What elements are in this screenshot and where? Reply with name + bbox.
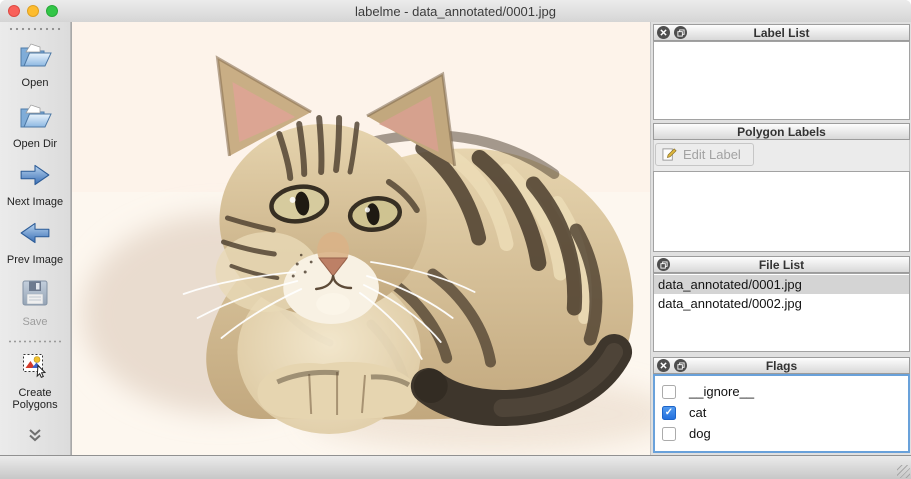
close-panel-button[interactable] <box>657 26 670 39</box>
flag-label: cat <box>689 405 707 420</box>
edit-pencil-icon <box>662 148 677 161</box>
save-button-label: Save <box>22 316 48 328</box>
file-list-header[interactable]: File List <box>653 256 910 273</box>
float-icon <box>659 260 668 269</box>
flag-row[interactable]: __ignore__ <box>655 381 908 402</box>
close-panel-button[interactable] <box>657 359 670 372</box>
open-folder-icon <box>18 40 52 74</box>
save-button[interactable]: Save <box>20 278 50 328</box>
next-image-button[interactable]: Next Image <box>7 162 63 208</box>
open-button[interactable]: Open <box>18 40 52 89</box>
flag-row[interactable]: dog <box>655 423 908 444</box>
prev-image-button-label: Prev Image <box>6 254 64 266</box>
close-icon <box>660 29 667 36</box>
open-dir-button-label: Open Dir <box>12 138 58 150</box>
main-area: Open Open Dir Next Image Prev Image Save… <box>0 22 911 455</box>
flag-label: dog <box>689 426 711 441</box>
toolbar-drag-handle[interactable] <box>7 27 63 31</box>
open-dir-button[interactable]: Open Dir <box>13 101 57 150</box>
flags-header[interactable]: Flags <box>653 357 910 374</box>
window-title: labelme - data_annotated/0001.jpg <box>355 3 556 19</box>
arrow-right-icon <box>19 162 51 193</box>
file-list-item[interactable]: data_annotated/0002.jpg <box>654 294 909 313</box>
arrow-left-icon <box>19 220 51 251</box>
minimize-window-button[interactable] <box>27 5 39 17</box>
close-window-button[interactable] <box>8 5 20 17</box>
window-controls <box>8 0 58 22</box>
polygon-labels-header[interactable]: Polygon Labels <box>653 123 910 140</box>
flag-checkbox[interactable] <box>662 384 676 399</box>
flag-label: __ignore__ <box>689 384 755 399</box>
toolbar-overflow-button[interactable] <box>27 428 43 447</box>
file-list[interactable]: data_annotated/0001.jpg data_annotated/0… <box>653 273 910 352</box>
label-list[interactable] <box>653 41 910 120</box>
open-folder-icon <box>18 101 52 135</box>
float-panel-button[interactable] <box>657 258 670 271</box>
create-polygons-icon <box>22 353 48 384</box>
open-button-label: Open <box>21 77 49 89</box>
dock-panels: Label List Polygon Labels Edit Label Fil… <box>651 22 911 455</box>
float-panel-button[interactable] <box>674 26 687 39</box>
next-image-button-label: Next Image <box>6 196 64 208</box>
edit-label-button[interactable]: Edit Label <box>655 143 754 166</box>
label-list-header[interactable]: Label List <box>653 24 910 41</box>
create-polygons-button-label: Create Polygons <box>12 387 58 411</box>
prev-image-button[interactable]: Prev Image <box>7 220 63 266</box>
flags-title: Flags <box>765 358 798 373</box>
title-bar[interactable]: labelme - data_annotated/0001.jpg <box>0 0 911 23</box>
file-list-title: File List <box>758 257 805 272</box>
polygon-labels-toolbar: Edit Label <box>653 140 910 171</box>
toolbar-separator <box>6 340 64 343</box>
double-chevron-down-icon <box>27 429 43 446</box>
float-panel-button[interactable] <box>674 359 687 372</box>
flag-row[interactable]: cat <box>655 402 908 423</box>
status-bar <box>0 455 911 479</box>
polygon-labels-title: Polygon Labels <box>737 124 826 139</box>
float-icon <box>676 28 685 37</box>
label-list-title: Label List <box>753 25 810 40</box>
flag-checkbox[interactable] <box>662 405 676 420</box>
close-icon <box>660 362 667 369</box>
toolbar: Open Open Dir Next Image Prev Image Save… <box>0 22 71 455</box>
zoom-window-button[interactable] <box>46 5 58 17</box>
cat-photo <box>72 22 650 455</box>
flag-checkbox[interactable] <box>662 426 676 441</box>
resize-grip[interactable] <box>897 465 910 478</box>
create-polygons-button[interactable]: Create Polygons <box>4 353 66 411</box>
edit-label-button-text: Edit Label <box>683 147 741 162</box>
flags-list[interactable]: __ignore__ cat dog <box>653 374 910 453</box>
float-icon <box>676 361 685 370</box>
polygon-labels-list[interactable] <box>653 171 910 252</box>
file-list-item[interactable]: data_annotated/0001.jpg <box>654 275 909 294</box>
labelme-window: labelme - data_annotated/0001.jpg Open O… <box>0 0 911 479</box>
floppy-disk-icon <box>20 278 50 313</box>
annotation-canvas[interactable] <box>71 22 651 455</box>
